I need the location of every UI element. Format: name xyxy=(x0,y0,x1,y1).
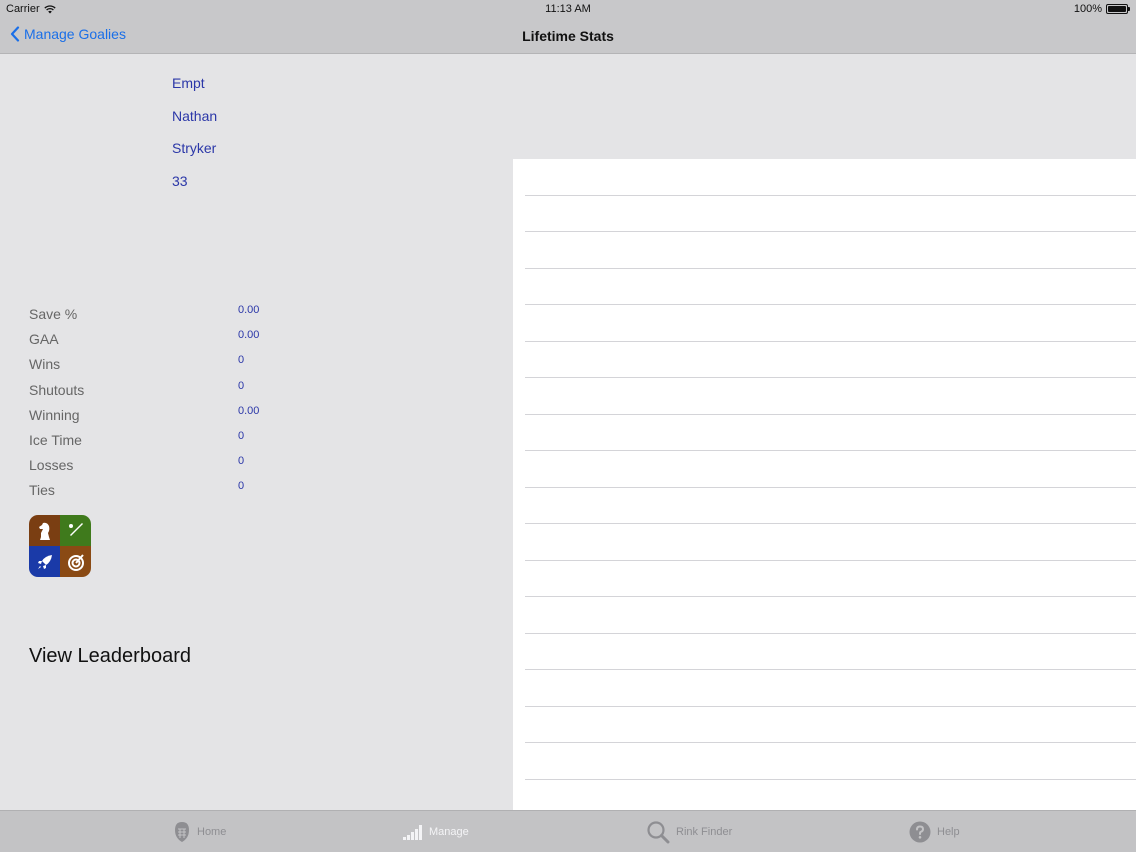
stat-value: 0 xyxy=(238,429,245,442)
battery-percent: 100% xyxy=(1073,3,1102,15)
back-button[interactable]: Manage Goalies xyxy=(10,26,126,42)
table-row[interactable] xyxy=(525,415,1136,451)
table-row[interactable] xyxy=(525,159,1136,196)
help-icon xyxy=(909,821,931,843)
goalie-first-name: Nathan xyxy=(172,107,218,124)
tab-label: Help xyxy=(937,826,960,838)
stat-label: Wins xyxy=(29,356,61,373)
tab-bar: Home Manage Rink Finder Help xyxy=(0,810,1136,852)
table-row[interactable] xyxy=(525,196,1136,232)
tab-home[interactable]: Home xyxy=(173,811,226,852)
battery-indicator: 100% xyxy=(1073,3,1130,15)
stat-value: 0 xyxy=(238,379,245,392)
tab-label: Rink Finder xyxy=(676,826,733,838)
stat-row-winning: Winning 0.00 xyxy=(29,405,289,430)
stat-label: Losses xyxy=(29,457,74,474)
stats-list: Save % 0.00 GAA 0.00 Wins 0 Shutouts 0 W… xyxy=(29,304,289,506)
view-leaderboard-button[interactable]: View Leaderboard xyxy=(29,645,191,668)
table-row[interactable] xyxy=(525,342,1136,378)
stat-row-ice-time: Ice Time 0 xyxy=(29,430,289,455)
magnifier-icon xyxy=(647,821,670,844)
status-bar: Carrier 11:13 AM 100% xyxy=(0,0,1136,18)
battery-icon xyxy=(1106,4,1130,14)
table-row[interactable] xyxy=(525,670,1136,707)
chess-knight-icon xyxy=(29,515,60,546)
back-button-label: Manage Goalies xyxy=(24,26,126,42)
signal-bars-icon xyxy=(403,825,422,840)
tab-rink-finder[interactable]: Rink Finder xyxy=(646,811,732,852)
tab-label: Manage xyxy=(429,826,469,838)
navigation-bar: Manage Goalies Lifetime Stats xyxy=(0,18,1136,54)
table-row[interactable] xyxy=(525,707,1136,743)
stat-row-save-percent: Save % 0.00 xyxy=(29,304,289,329)
table-row[interactable] xyxy=(525,634,1136,670)
stat-value: 0 xyxy=(238,354,245,367)
stat-value: 0.00 xyxy=(238,404,260,417)
goalie-last-name: Stryker xyxy=(172,140,217,156)
table-row[interactable] xyxy=(525,305,1136,342)
table-row[interactable] xyxy=(525,561,1136,597)
tab-manage[interactable]: Manage xyxy=(403,811,469,852)
stat-label: GAA xyxy=(29,331,59,348)
stat-label: Winning xyxy=(29,406,80,423)
stat-label: Ties xyxy=(29,482,55,499)
table-row[interactable] xyxy=(525,597,1136,634)
goalie-info: Empt Nathan Stryker 33 xyxy=(172,74,217,204)
table-row[interactable] xyxy=(525,524,1136,561)
tab-help[interactable]: Help xyxy=(909,811,960,852)
stat-row-ties: Ties 0 xyxy=(29,480,289,505)
stats-table[interactable] xyxy=(513,159,1136,810)
table-row[interactable] xyxy=(525,743,1136,780)
tab-label: Home xyxy=(197,826,227,838)
table-row[interactable] xyxy=(525,269,1136,305)
table-row[interactable] xyxy=(525,378,1136,415)
rocket-icon xyxy=(29,546,60,577)
stat-value: 0 xyxy=(238,480,245,493)
stat-row-shutouts: Shutouts 0 xyxy=(29,380,289,405)
goalie-line1: Empt xyxy=(172,75,205,91)
stat-value: 0.00 xyxy=(238,304,260,316)
page-title: Lifetime Stats xyxy=(522,28,614,44)
stat-label: Save % xyxy=(29,306,78,322)
game-center-icon[interactable] xyxy=(29,515,91,577)
table-row[interactable] xyxy=(525,451,1136,488)
goalie-mask-icon xyxy=(175,822,189,842)
table-row[interactable] xyxy=(525,488,1136,524)
stat-label: Ice Time xyxy=(29,431,82,448)
chevron-left-icon xyxy=(10,26,20,42)
status-time: 11:13 AM xyxy=(545,3,591,15)
target-icon xyxy=(60,546,91,577)
stat-row-losses: Losses 0 xyxy=(29,455,289,480)
goalie-number: 33 xyxy=(172,172,188,189)
stat-row-gaa: GAA 0.00 xyxy=(29,329,289,354)
stat-value: 0.00 xyxy=(238,329,260,342)
stat-label: Shutouts xyxy=(29,381,85,398)
stat-value: 0 xyxy=(238,455,245,468)
bat-ball-icon xyxy=(60,515,91,546)
stat-row-wins: Wins 0 xyxy=(29,354,289,379)
table-row[interactable] xyxy=(525,232,1136,269)
